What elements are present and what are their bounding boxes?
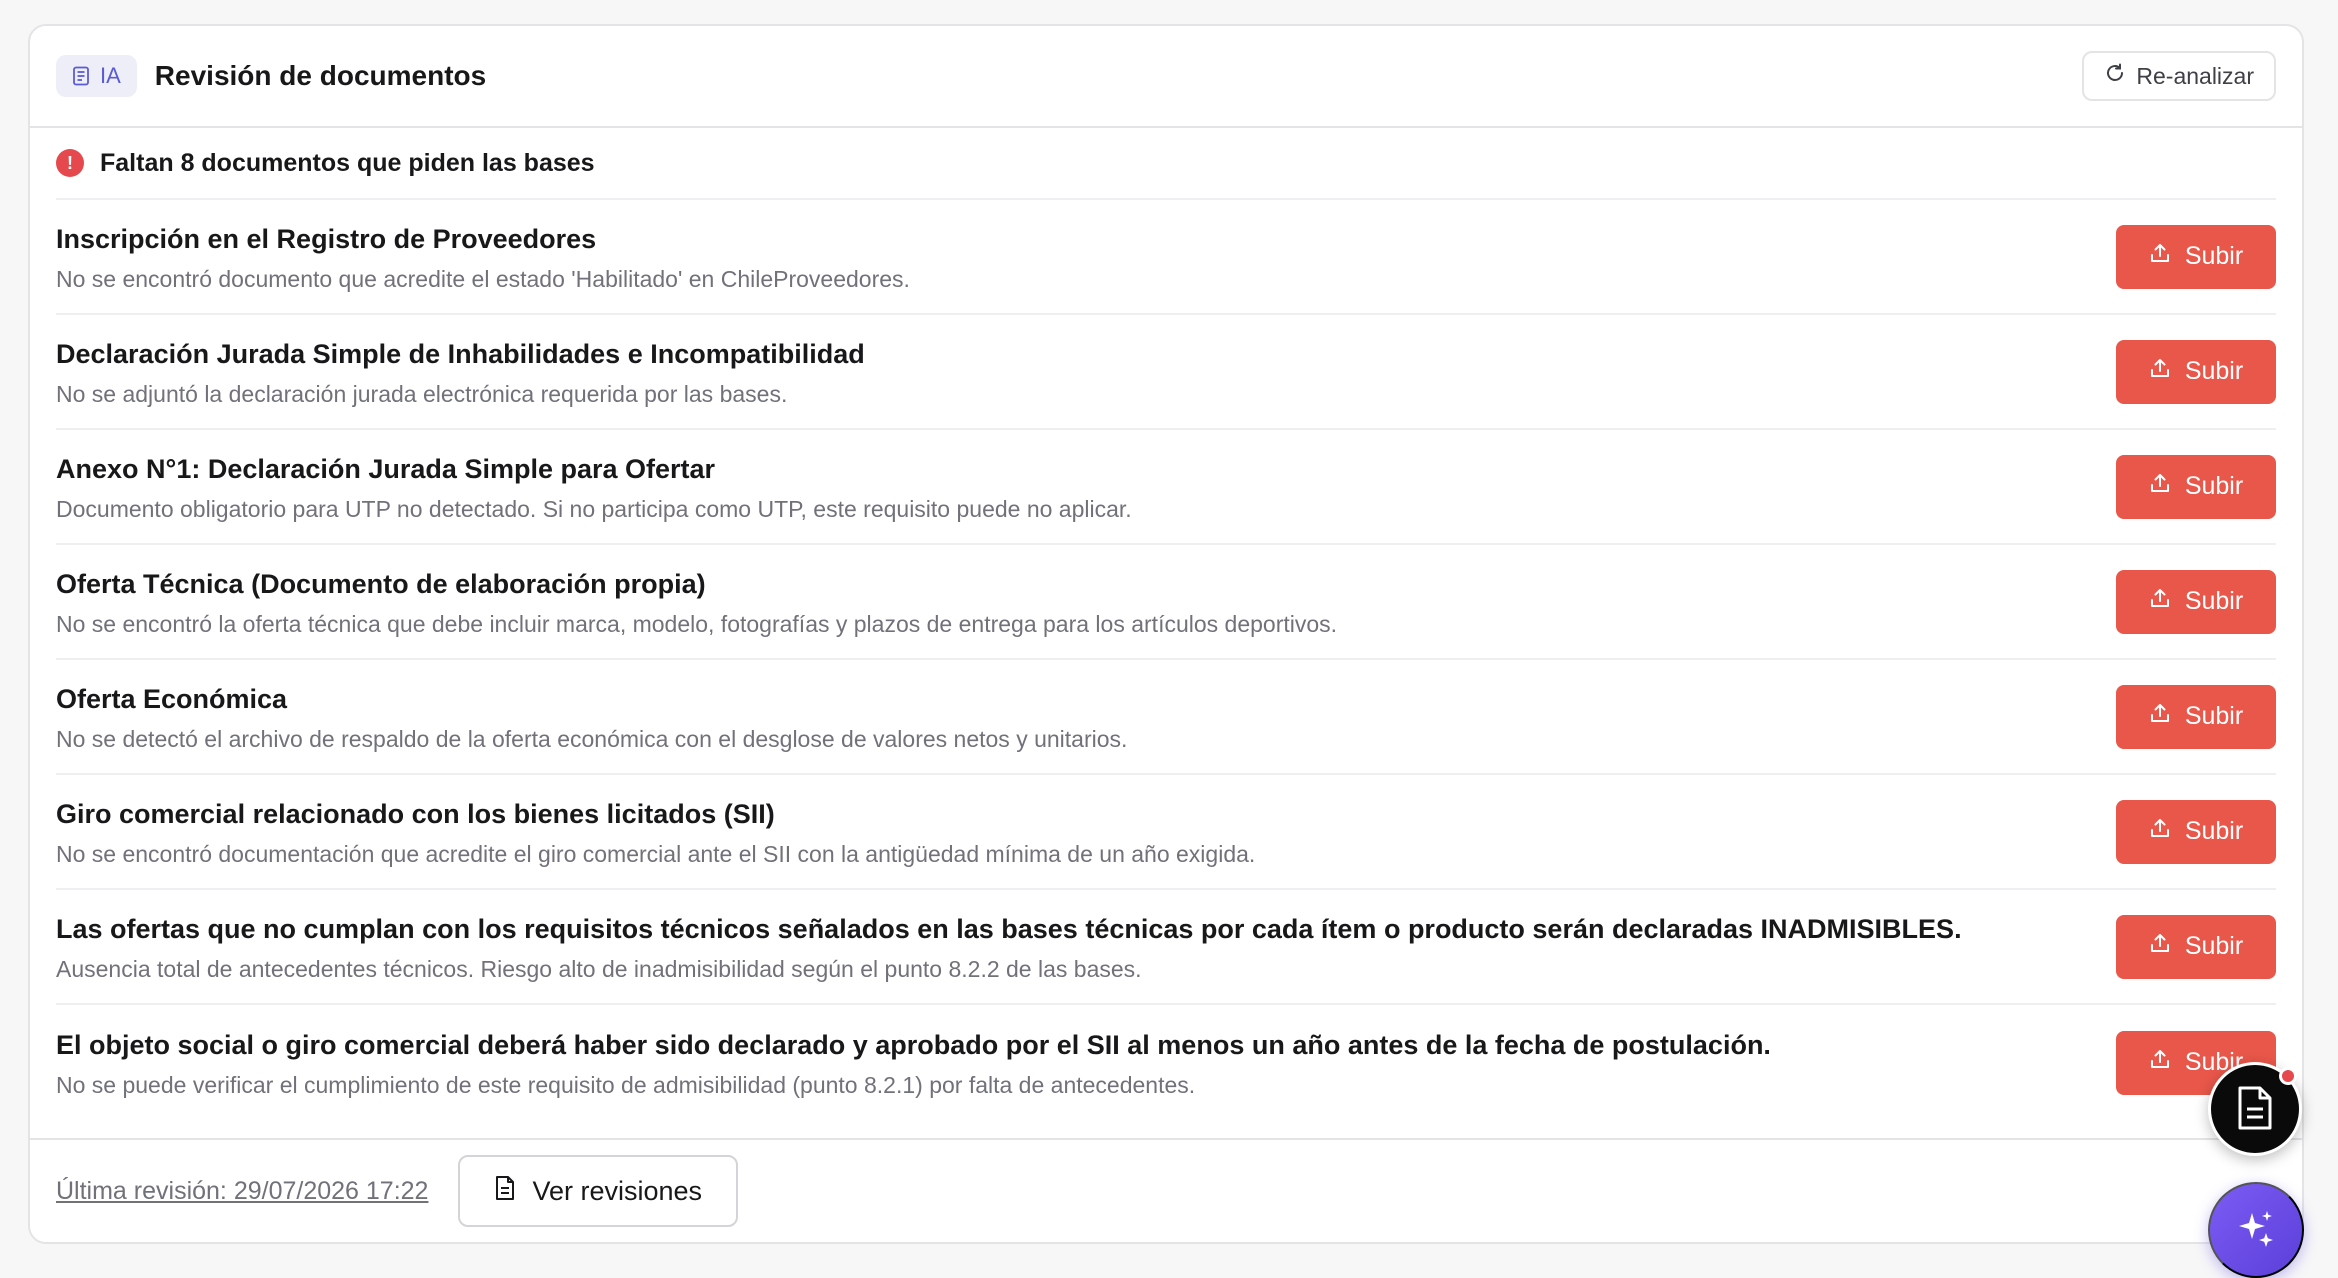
upload-label: Subir xyxy=(2184,817,2244,845)
refresh-icon xyxy=(2104,62,2126,90)
sparkles-icon xyxy=(2234,1207,2278,1254)
upload-icon xyxy=(2149,702,2171,731)
exclamation-icon: ! xyxy=(56,149,84,177)
upload-button[interactable]: Subir xyxy=(2116,224,2276,289)
upload-icon xyxy=(2149,357,2171,386)
alert-text: Faltan 8 documentos que piden las bases xyxy=(100,148,595,177)
document-text: Inscripción en el Registro de Proveedore… xyxy=(56,220,2116,294)
document-text: Las ofertas que no cumplan con los requi… xyxy=(56,910,2116,984)
document-row: Giro comercial relacionado con los biene… xyxy=(56,775,2276,890)
document-text: Anexo N°1: Declaración Jurada Simple par… xyxy=(56,450,2116,524)
upload-button[interactable]: Subir xyxy=(2116,684,2276,749)
missing-documents-list: Inscripción en el Registro de Proveedore… xyxy=(56,200,2276,1120)
upload-icon xyxy=(2149,817,2171,846)
upload-icon xyxy=(2149,472,2171,501)
document-description: No se encontró documento que acredite el… xyxy=(56,265,910,292)
ai-document-icon xyxy=(72,66,90,86)
document-title: Oferta Económica xyxy=(56,683,288,714)
upload-icon xyxy=(2149,587,2171,616)
ai-assistant-fab-button[interactable] xyxy=(2208,1182,2304,1278)
document-row: Oferta Técnica (Documento de elaboración… xyxy=(56,545,2276,660)
document-icon xyxy=(2235,1085,2275,1134)
upload-label: Subir xyxy=(2184,702,2244,730)
reanalyze-label: Re-analizar xyxy=(2136,62,2254,89)
document-description: No se encontró documentación que acredit… xyxy=(56,840,1256,867)
missing-documents-alert: ! Faltan 8 documentos que piden las base… xyxy=(56,128,2276,200)
reanalyze-button[interactable]: Re-analizar xyxy=(2082,51,2276,101)
upload-button[interactable]: Subir xyxy=(2116,339,2276,404)
document-text: Giro comercial relacionado con los biene… xyxy=(56,795,2116,869)
document-description: Ausencia total de antecedentes técnicos.… xyxy=(56,955,1142,982)
document-title: El objeto social o giro comercial deberá… xyxy=(56,1029,1771,1060)
document-text: Oferta Económica No se detectó el archivo… xyxy=(56,680,2116,754)
notification-dot xyxy=(2279,1067,2297,1085)
view-revisions-button[interactable]: Ver revisiones xyxy=(458,1155,739,1227)
upload-button[interactable]: Subir xyxy=(2116,569,2276,634)
document-row: El objeto social o giro comercial deberá… xyxy=(56,1005,2276,1120)
document-row: Anexo N°1: Declaración Jurada Simple par… xyxy=(56,430,2276,545)
document-title: Inscripción en el Registro de Proveedore… xyxy=(56,223,597,254)
upload-icon xyxy=(2149,1048,2171,1077)
upload-label: Subir xyxy=(2184,242,2244,270)
document-row: Inscripción en el Registro de Proveedore… xyxy=(56,200,2276,315)
ia-badge: IA xyxy=(56,55,137,97)
view-revisions-label: Ver revisiones xyxy=(532,1175,703,1206)
document-row: Declaración Jurada Simple de Inhabilidad… xyxy=(56,315,2276,430)
document-row: Oferta Económica No se detectó el archivo… xyxy=(56,660,2276,775)
document-text: Declaración Jurada Simple de Inhabilidad… xyxy=(56,335,2116,409)
document-description: No se detectó el archivo de respaldo de … xyxy=(56,725,1128,752)
document-title: Anexo N°1: Declaración Jurada Simple par… xyxy=(56,453,716,484)
document-title: Oferta Técnica (Documento de elaboración… xyxy=(56,568,706,599)
document-description: Documento obligatorio para UTP no detect… xyxy=(56,495,1132,522)
upload-button[interactable]: Subir xyxy=(2116,799,2276,864)
last-review-link[interactable]: Última revisión: 29/07/2026 17:22 xyxy=(56,1177,428,1206)
ia-badge-label: IA xyxy=(100,63,121,88)
document-text: El objeto social o giro comercial deberá… xyxy=(56,1026,2116,1100)
upload-icon xyxy=(2149,242,2171,271)
upload-button[interactable]: Subir xyxy=(2116,914,2276,979)
card-footer: Última revisión: 29/07/2026 17:22 Ver re… xyxy=(30,1138,2302,1242)
document-row: Las ofertas que no cumplan con los requi… xyxy=(56,890,2276,1005)
upload-button[interactable]: Subir xyxy=(2116,454,2276,519)
document-description: No se adjuntó la declaración jurada elec… xyxy=(56,380,788,407)
page-title: Revisión de documentos xyxy=(154,60,487,91)
document-title: Declaración Jurada Simple de Inhabilidad… xyxy=(56,338,865,369)
upload-icon xyxy=(2149,932,2171,961)
upload-label: Subir xyxy=(2184,472,2244,500)
document-text: Oferta Técnica (Documento de elaboración… xyxy=(56,565,2116,639)
document-description: No se puede verificar el cumplimiento de… xyxy=(56,1071,1196,1098)
document-title: Las ofertas que no cumplan con los requi… xyxy=(56,913,1962,944)
document-description: No se encontró la oferta técnica que deb… xyxy=(56,610,1338,637)
document-icon xyxy=(494,1175,516,1208)
document-review-card: IA Revisión de documentos Re-analizar ! … xyxy=(28,24,2304,1244)
document-title: Giro comercial relacionado con los biene… xyxy=(56,798,775,829)
upload-label: Subir xyxy=(2184,932,2244,960)
documents-fab-button[interactable] xyxy=(2208,1062,2302,1156)
card-header: IA Revisión de documentos Re-analizar xyxy=(30,26,2302,128)
upload-label: Subir xyxy=(2184,357,2244,385)
upload-label: Subir xyxy=(2184,587,2244,615)
